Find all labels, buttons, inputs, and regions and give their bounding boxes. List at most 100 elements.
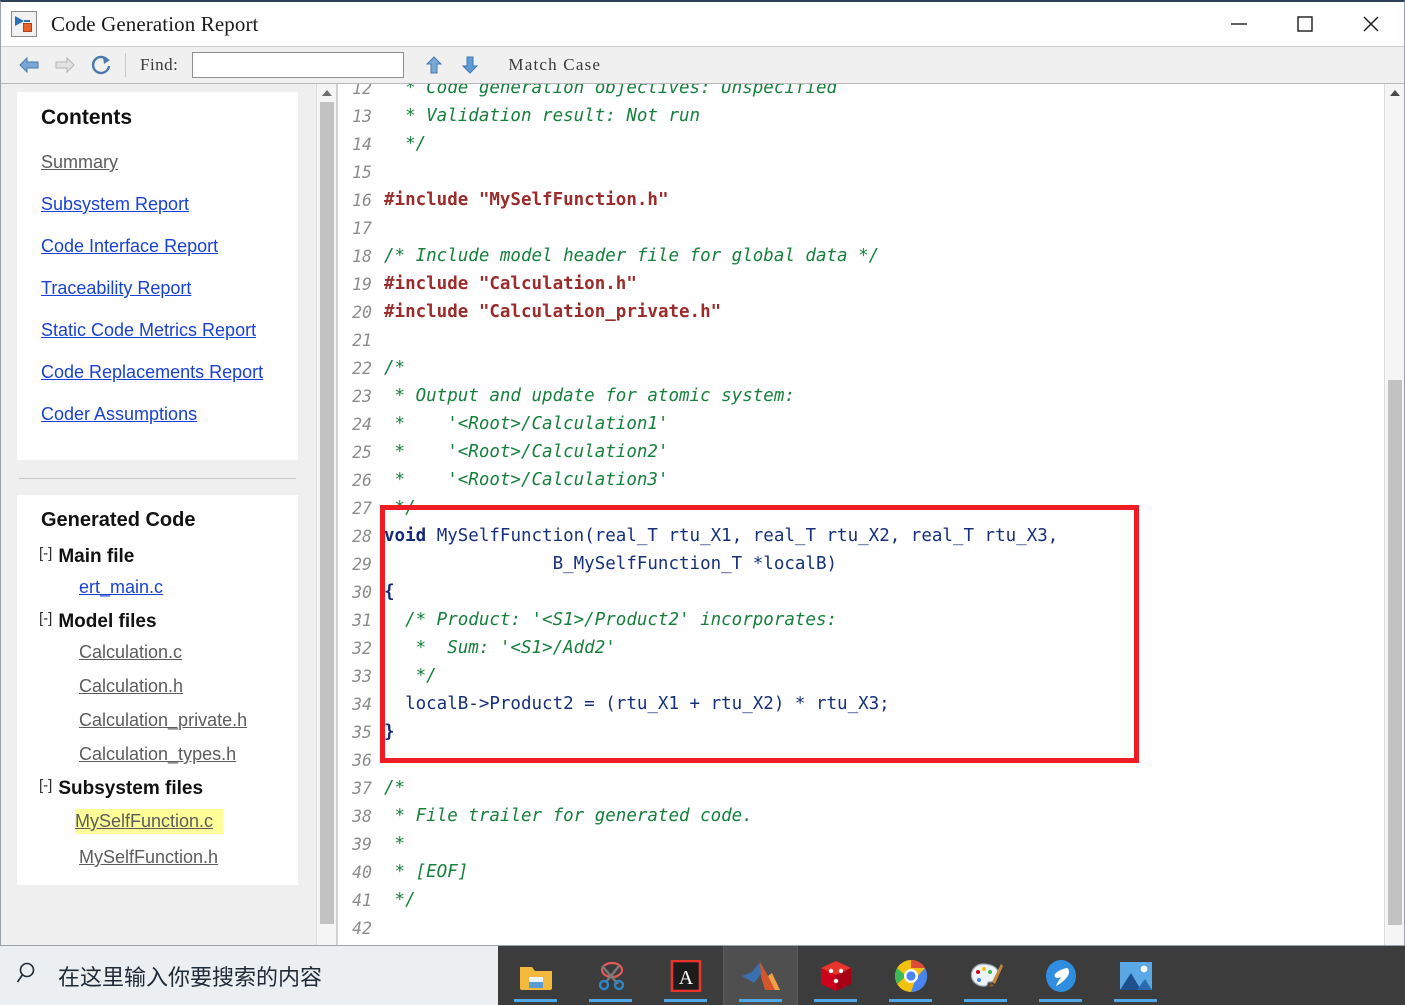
maximize-icon[interactable] xyxy=(1272,2,1338,46)
line-number: 36 xyxy=(352,750,372,770)
sidebar-scrollbar-thumb[interactable] xyxy=(320,102,334,924)
code-token: #include xyxy=(384,190,479,210)
code-line: 29 B_MySelfFunction_T *localB) xyxy=(338,550,1384,578)
contents-link-6[interactable]: Coder Assumptions xyxy=(17,404,298,425)
contents-link-list: Summary Subsystem Report Code Interface Re… xyxy=(17,152,298,425)
file-link-myselffunction-h[interactable]: MySelfFunction.h xyxy=(79,847,298,868)
contents-panel: Contents Summary Subsystem Report Code Int… xyxy=(17,92,298,460)
taskbar-item-adobe-acrobat[interactable]: A xyxy=(648,946,723,1005)
code-line-text: * Code generation objectives: Unspecifie… xyxy=(384,84,1384,98)
taskbar-item-photos[interactable] xyxy=(1098,946,1173,1005)
back-arrow-icon[interactable] xyxy=(11,50,47,80)
code-line-text: /* xyxy=(384,778,1384,798)
taskbar-active-indicator xyxy=(589,999,632,1002)
contents-link-3[interactable]: Traceability Report xyxy=(17,278,298,299)
file-link-calculation-private-h[interactable]: Calculation_private.h xyxy=(79,710,298,731)
file-link-myselffunction-c[interactable]: MySelfFunction.c xyxy=(75,809,224,834)
file-link-ert-main-c[interactable]: ert_main.c xyxy=(79,577,298,598)
file-link-calculation-h[interactable]: Calculation.h xyxy=(79,676,298,697)
code-line: 12 * Code generation objectives: Unspeci… xyxy=(338,84,1384,102)
code-line-text: * '<Root>/Calculation2' xyxy=(384,442,1384,462)
line-number: 31 xyxy=(352,610,372,630)
taskbar-item-dingtalk[interactable] xyxy=(1023,946,1098,1005)
find-next-icon[interactable] xyxy=(452,50,488,80)
taskbar-active-indicator xyxy=(739,999,782,1002)
refresh-icon[interactable] xyxy=(83,50,119,80)
generated-code-panel: Generated Code [-] Main file ert_main.c [-]… xyxy=(17,495,298,885)
code-line-text: /* Include model header file for global … xyxy=(384,246,1384,266)
code-scrollbar-thumb[interactable] xyxy=(1388,380,1402,925)
code-line-text: * '<Root>/Calculation1' xyxy=(384,414,1384,434)
code-scrollbar[interactable] xyxy=(1384,84,1404,945)
collapse-toggle-icon[interactable]: [-] xyxy=(39,545,52,562)
taskbar-item-paint[interactable] xyxy=(948,946,1023,1005)
line-number: 14 xyxy=(352,134,372,154)
taskbar-item-google-chrome[interactable] xyxy=(873,946,948,1005)
file-link-calculation-types-h[interactable]: Calculation_types.h xyxy=(79,744,298,765)
line-number: 32 xyxy=(352,638,372,658)
line-number: 28 xyxy=(352,526,372,546)
code-lines: 12 * Code generation objectives: Unspeci… xyxy=(338,84,1384,942)
code-token: "Calculation_private.h" xyxy=(478,302,722,322)
code-line: 23 * Output and update for atomic system… xyxy=(338,382,1384,410)
code-line: 28 void MySelfFunction(real_T rtu_X1, rea… xyxy=(338,522,1384,550)
taskbar-item-matlab[interactable] xyxy=(723,946,798,1005)
collapse-toggle-icon[interactable]: [-] xyxy=(39,777,52,794)
code-line-text: } xyxy=(384,722,1384,742)
find-input[interactable] xyxy=(192,52,405,78)
taskbar-item-snipping-tool[interactable] xyxy=(573,946,648,1005)
code-line: 37 /* xyxy=(338,774,1384,802)
sidebar-scrollbar[interactable] xyxy=(316,84,336,945)
line-number: 24 xyxy=(352,414,372,434)
code-token: */ xyxy=(384,890,416,910)
code-line: 24 * '<Root>/Calculation1' xyxy=(338,410,1384,438)
taskbar-item-file-explorer[interactable] xyxy=(498,946,573,1005)
scroll-up-icon[interactable] xyxy=(1385,86,1405,100)
code-line: 38 * File trailer for generated code. xyxy=(338,802,1384,830)
line-number: 21 xyxy=(352,330,372,350)
code-token: "Calculation.h" xyxy=(478,274,637,294)
code-scroll-area[interactable]: 12 * Code generation objectives: Unspeci… xyxy=(338,84,1384,945)
code-line: 19 #include "Calculation.h" xyxy=(338,270,1384,298)
contents-link-2[interactable]: Code Interface Report xyxy=(17,236,298,257)
code-token: * Validation result: Not run xyxy=(384,106,701,126)
code-token: localB->Product2 = (rtu_X1 + rtu_X2) * r… xyxy=(384,694,890,714)
line-number: 15 xyxy=(352,162,372,182)
contents-link-5[interactable]: Code Replacements Report xyxy=(17,362,298,383)
contents-link-1[interactable]: Subsystem Report xyxy=(17,194,298,215)
find-previous-icon[interactable] xyxy=(416,50,452,80)
code-token: * File trailer for generated code. xyxy=(384,806,753,826)
code-line: 27 */ xyxy=(338,494,1384,522)
minimize-icon[interactable] xyxy=(1206,2,1272,46)
code-line-text: */ xyxy=(384,498,1384,518)
line-number: 30 xyxy=(352,582,372,602)
forward-arrow-icon xyxy=(47,50,83,80)
code-token: */ xyxy=(384,666,437,686)
taskbar-active-indicator xyxy=(1114,999,1157,1002)
taskbar-search-box[interactable]: 在这里输入你要搜索的内容 xyxy=(0,946,498,1005)
contents-link-4[interactable]: Static Code Metrics Report xyxy=(17,320,298,341)
line-number: 12 xyxy=(352,84,372,98)
code-line: 34 localB->Product2 = (rtu_X1 + rtu_X2) … xyxy=(338,690,1384,718)
taskbar-active-indicator xyxy=(1039,999,1082,1002)
taskbar-item-3d-cad-app[interactable] xyxy=(798,946,873,1005)
code-line: 13 * Validation result: Not run xyxy=(338,102,1384,130)
code-line: 17 xyxy=(338,214,1384,242)
match-case-label[interactable]: Match Case xyxy=(508,55,601,75)
window-controls xyxy=(1206,2,1404,46)
code-token: * Code generation objectives: Unspecifie… xyxy=(384,84,838,98)
collapse-toggle-icon[interactable]: [-] xyxy=(39,610,52,627)
line-number: 38 xyxy=(352,806,372,826)
code-line-text: */ xyxy=(384,134,1384,154)
scroll-up-icon[interactable] xyxy=(317,86,337,100)
line-number: 13 xyxy=(352,106,372,126)
code-viewer: 12 * Code generation objectives: Unspeci… xyxy=(337,84,1404,945)
line-number: 34 xyxy=(352,694,372,714)
title-bar: Code Generation Report xyxy=(1,2,1404,46)
line-number: 23 xyxy=(352,386,372,406)
line-number: 20 xyxy=(352,302,372,322)
contents-link-0[interactable]: Summary xyxy=(17,152,298,173)
close-icon[interactable] xyxy=(1338,2,1404,46)
file-link-calculation-c[interactable]: Calculation.c xyxy=(79,642,298,663)
taskbar-items: A xyxy=(498,946,1405,1005)
